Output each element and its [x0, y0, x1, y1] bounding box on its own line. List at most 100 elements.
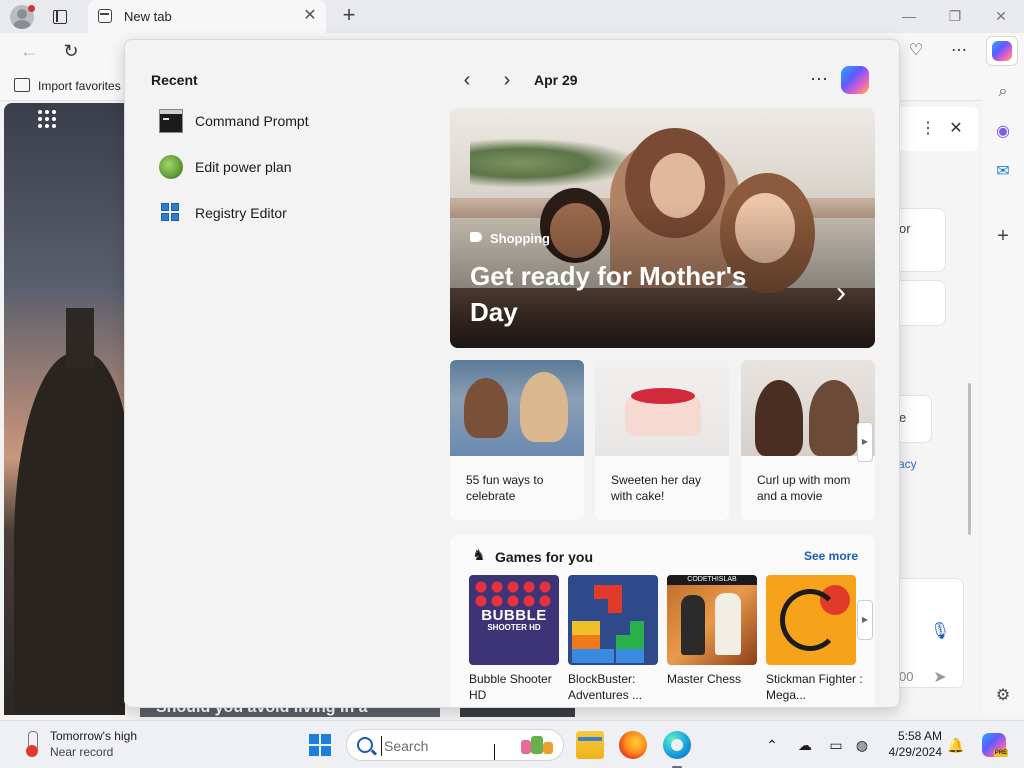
side-pane-card[interactable]	[898, 280, 946, 326]
taskbar: Tomorrow's high Near record ⌃ ☁ ▭ ◍ 5:58…	[0, 720, 1024, 768]
recent-item-power-plan[interactable]: Edit power plan	[159, 152, 399, 182]
close-tab-icon[interactable]: ✕	[302, 8, 318, 24]
tab-actions-icon[interactable]	[50, 7, 70, 27]
story-title: 55 fun ways to celebrate	[466, 473, 544, 503]
weather-title: Tomorrow's high	[50, 729, 137, 743]
feature-story-card[interactable]: Shopping Get ready for Mother's Day ›	[450, 108, 875, 348]
send-icon[interactable]: ➤	[929, 667, 951, 689]
recent-item-label: Edit power plan	[195, 159, 292, 175]
more-options-icon[interactable]: ⋯	[948, 40, 970, 62]
chevron-right-icon[interactable]: ›	[828, 278, 854, 308]
settings-icon[interactable]: ⚙	[992, 685, 1014, 707]
side-pane-scrollbar[interactable]	[968, 383, 971, 535]
import-icon	[14, 78, 30, 92]
scroll-right-button[interactable]: ▶	[857, 422, 873, 462]
back-button[interactable]: ←	[18, 40, 40, 62]
microphone-icon[interactable]: 🎙	[929, 621, 951, 643]
chevron-up-icon[interactable]: ⌃	[762, 735, 782, 755]
story-card[interactable]: 55 fun ways to celebrate	[450, 360, 584, 520]
side-pane-button-text: e	[899, 410, 907, 425]
minimize-button[interactable]: —	[899, 6, 919, 26]
recent-item-registry-editor[interactable]: Registry Editor	[159, 198, 399, 228]
story-image	[595, 360, 729, 456]
games-card: ♞ Games for you See more BUBBLE SHOOTER …	[450, 535, 875, 707]
games-title: Games for you	[495, 549, 594, 565]
edge-icon[interactable]	[663, 731, 691, 759]
start-button[interactable]	[309, 734, 331, 756]
search-icon	[357, 737, 373, 753]
recent-item-command-prompt[interactable]: Command Prompt	[159, 106, 399, 136]
side-pane-compose-box[interactable]: 🎙 00 ➤	[898, 578, 964, 688]
privacy-link[interactable]: acy	[898, 457, 917, 471]
weather-subtitle: Near record	[50, 745, 114, 759]
app-launcher-icon[interactable]	[38, 110, 58, 130]
text-cursor	[494, 744, 500, 760]
side-pane-card[interactable]: or	[898, 208, 946, 272]
game-thumbnail-subtitle: SHOOTER HD	[487, 623, 541, 632]
edge-sidebar: ⌕ ◉ ✉ + ⚙	[982, 69, 1024, 715]
scroll-right-button[interactable]: ▶	[857, 600, 873, 640]
game-thumbnail: CODETHISLAB	[667, 575, 757, 665]
story-title: Curl up with mom and a movie	[757, 473, 851, 503]
see-more-link[interactable]: See more	[804, 549, 858, 563]
date-label: Apr 29	[534, 72, 578, 88]
games-icon: ♞	[472, 547, 486, 564]
clock-time[interactable]: 5:58 AM	[872, 729, 942, 743]
notification-dot	[28, 5, 35, 12]
story-card[interactable]: Curl up with mom and a movie	[741, 360, 875, 520]
sidebar-app-icon[interactable]: ◉	[992, 121, 1014, 143]
firefox-icon[interactable]	[619, 731, 647, 759]
copilot-button[interactable]	[986, 36, 1018, 66]
game-title: Bubble Shooter HD	[469, 672, 552, 702]
side-pane-button[interactable]: e	[898, 395, 932, 443]
recent-title: Recent	[151, 72, 198, 88]
notification-bell-icon[interactable]: 🔔	[946, 735, 966, 755]
browser-essentials-icon[interactable]: ♡	[905, 40, 927, 62]
widgets-flyout: Recent Command Prompt Edit power plan Re…	[124, 39, 900, 708]
preview-badge: PRE	[994, 749, 1008, 757]
chevron-left-icon[interactable]: ‹	[456, 70, 478, 92]
feature-category: Shopping	[490, 231, 550, 246]
game-thumbnail	[568, 575, 658, 665]
story-card[interactable]: Sweeten her day with cake!	[595, 360, 729, 520]
story-image	[450, 360, 584, 456]
import-favorites-link[interactable]: Import favorites	[38, 79, 121, 93]
onedrive-icon[interactable]: ☁	[795, 735, 815, 755]
add-app-icon[interactable]: +	[992, 225, 1014, 247]
search-input[interactable]	[381, 736, 511, 756]
command-prompt-icon	[159, 109, 183, 133]
new-tab-page-icon	[98, 9, 112, 23]
outlook-icon[interactable]: ✉	[992, 161, 1014, 183]
copilot-icon[interactable]	[839, 64, 871, 96]
close-window-button[interactable]: ✕	[991, 6, 1011, 26]
browser-tab-bar: New tab ✕ + — ❐ ✕	[0, 0, 1024, 33]
network-icon[interactable]: ◍	[852, 735, 872, 755]
taskbar-search[interactable]	[346, 729, 564, 761]
side-pane-close-icon[interactable]: ✕	[945, 118, 967, 140]
recent-item-label: Registry Editor	[195, 205, 287, 221]
search-highlight-icon	[519, 734, 555, 758]
restore-button[interactable]: ❐	[945, 6, 965, 26]
game-thumbnail	[766, 575, 856, 665]
side-pane-more-icon[interactable]: ⋮	[917, 118, 939, 140]
tab-new-tab[interactable]: New tab ✕	[88, 0, 326, 33]
background-hero-image	[4, 103, 125, 715]
feature-title: Get ready for Mother's Day	[470, 261, 747, 327]
search-icon[interactable]: ⌕	[992, 81, 1014, 103]
display-icon[interactable]: ▭	[826, 735, 846, 755]
side-pane-header: ⋮ ✕	[898, 107, 978, 151]
game-publisher-tag: CODETHISLAB	[667, 575, 757, 585]
clock-date[interactable]: 4/29/2024	[872, 745, 942, 759]
widgets-more-icon[interactable]: ⋯	[807, 68, 831, 90]
game-thumbnail-title: BUBBLE	[481, 607, 547, 624]
new-tab-button[interactable]: +	[338, 4, 360, 26]
chevron-right-icon[interactable]: ›	[496, 70, 518, 92]
game-title: Stickman Fighter : Mega...	[766, 672, 863, 702]
refresh-button[interactable]: ↻	[60, 40, 82, 62]
story-title: Sweeten her day with cake!	[611, 473, 702, 503]
game-thumbnail: BUBBLE SHOOTER HD	[469, 575, 559, 665]
game-title: BlockBuster: Adventures ...	[568, 672, 643, 702]
copilot-icon	[992, 41, 1012, 61]
file-explorer-icon[interactable]	[576, 731, 604, 759]
side-pane-card-text: or	[899, 221, 911, 236]
